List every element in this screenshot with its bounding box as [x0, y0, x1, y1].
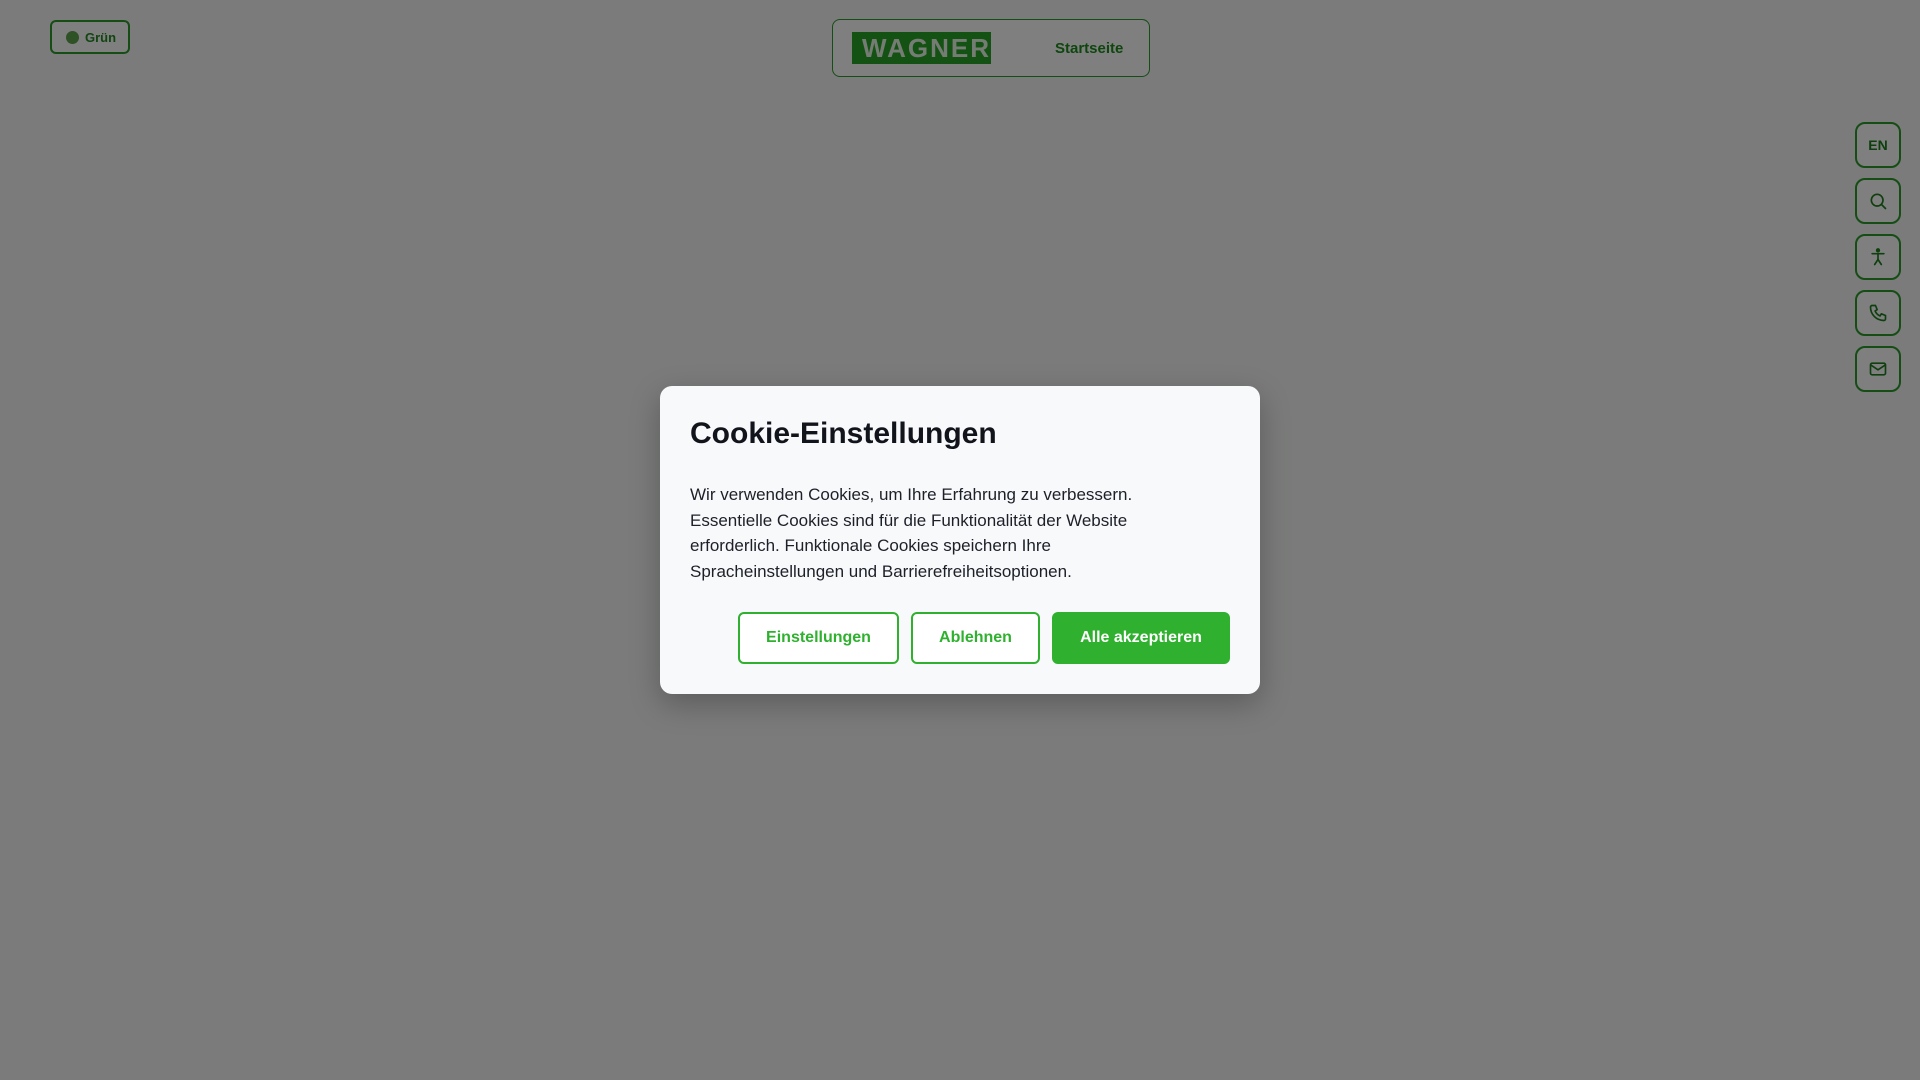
cookie-dialog: Cookie-Einstellungen Wir verwenden Cooki…: [660, 386, 1260, 694]
dialog-description: Wir verwenden Cookies, um Ihre Erfahrung…: [690, 485, 1133, 581]
dialog-title: Cookie-Einstellungen: [690, 417, 997, 450]
cookie-settings-button[interactable]: Einstellungen: [738, 612, 899, 664]
accept-all-cookies-button[interactable]: Alle akzeptieren: [1052, 612, 1230, 664]
dialog-actions: Einstellungen Ablehnen Alle akzeptieren: [738, 612, 1230, 664]
decline-cookies-button[interactable]: Ablehnen: [911, 612, 1040, 664]
